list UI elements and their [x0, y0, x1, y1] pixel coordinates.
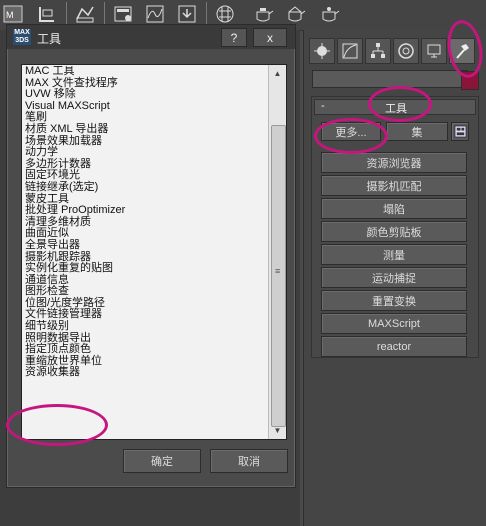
tool-button[interactable]: 运动捕捉	[321, 267, 467, 288]
modify-icon	[342, 43, 358, 59]
tool-button[interactable]: 测量	[321, 244, 467, 265]
display-tab[interactable]	[421, 38, 447, 64]
list-item[interactable]: 全景导出器	[25, 239, 265, 252]
scroll-up-icon[interactable]: ▲	[271, 67, 284, 80]
tool-button[interactable]: 颜色剪贴板	[321, 221, 467, 242]
dialog-title: 工具	[37, 32, 62, 46]
max-logo-icon: MAX 3DS	[13, 29, 31, 45]
modify-tab[interactable]	[337, 38, 363, 64]
render-setup-icon[interactable]	[112, 3, 134, 25]
hierarchy-tab[interactable]	[365, 38, 391, 64]
list-item[interactable]: Visual MAXScript	[25, 100, 265, 113]
display-icon	[427, 44, 441, 58]
highlight-mark-rollout-title	[368, 86, 432, 122]
grip-icon: ≡	[275, 266, 281, 276]
scroll-thumb[interactable]: ≡	[271, 125, 286, 427]
svg-text:M: M	[6, 10, 14, 20]
list-item[interactable]: 动力学	[25, 147, 265, 159]
teapot-active-icon[interactable]	[318, 3, 340, 25]
cancel-button[interactable]: 取消	[210, 449, 288, 473]
create-tab[interactable]	[309, 38, 335, 64]
list-item[interactable]: MAC 工具	[25, 66, 265, 78]
list-item[interactable]: 材质 XML 导出器	[25, 123, 265, 136]
list-item[interactable]: 资源收集器	[25, 367, 265, 379]
tool-button[interactable]: 塌陷	[321, 198, 467, 219]
teapot-render-icon[interactable]	[252, 3, 274, 25]
teapot-quick-icon[interactable]	[284, 3, 306, 25]
tool-button[interactable]: 重置变换	[321, 290, 467, 311]
motion-icon	[398, 43, 414, 59]
list-item[interactable]: 批处理 ProOptimizer	[25, 205, 265, 217]
material-editor-icon[interactable]	[214, 3, 236, 25]
configure-sets-button[interactable]	[451, 122, 469, 141]
layer-icon[interactable]	[36, 3, 58, 25]
highlight-mark-resource-collector	[6, 404, 108, 446]
motion-tab[interactable]	[393, 38, 419, 64]
rollout-collapse-toggle[interactable]: -	[321, 100, 325, 112]
sets-button[interactable]: 集	[386, 122, 448, 141]
list-items: MAC 工具 MAX 文件查找程序 UVW 移除 Visual MAXScript 笔刷…	[25, 66, 265, 438]
configure-sets-icon	[453, 125, 467, 138]
hierarchy-icon	[371, 43, 385, 58]
list-item[interactable]: 实例化重复的贴图	[25, 262, 265, 275]
tool-button[interactable]: reactor	[321, 336, 467, 357]
name-field[interactable]	[312, 70, 468, 88]
tool-button[interactable]: MAXScript	[321, 313, 467, 334]
tool-button[interactable]: 资源浏览器	[321, 152, 467, 173]
max-logo-icon[interactable]: M	[2, 3, 24, 25]
create-icon	[314, 43, 330, 59]
render-frame-icon[interactable]	[176, 3, 198, 25]
curve-editor-icon[interactable]	[144, 3, 166, 25]
list-scrollbar[interactable]: ▲ ≡ ▼	[268, 65, 286, 439]
wave-icon[interactable]	[74, 3, 96, 25]
help-button[interactable]: ?	[221, 28, 247, 47]
close-button[interactable]: x	[253, 28, 287, 47]
ok-button[interactable]: 确定	[123, 449, 201, 473]
scroll-down-icon[interactable]: ▼	[271, 424, 284, 437]
utilities-list[interactable]: MAC 工具 MAX 文件查找程序 UVW 移除 Visual MAXScript 笔刷…	[21, 64, 287, 440]
list-item[interactable]: 场景效果加载器	[25, 135, 265, 148]
list-item[interactable]: 细节级别	[25, 320, 265, 333]
dialog-titlebar[interactable]: MAX 3DS 工具 ? x	[7, 25, 295, 49]
list-item[interactable]: 链接继承(选定)	[25, 181, 265, 194]
highlight-mark-more-button	[314, 118, 388, 154]
tool-button[interactable]: 摄影机匹配	[321, 175, 467, 196]
